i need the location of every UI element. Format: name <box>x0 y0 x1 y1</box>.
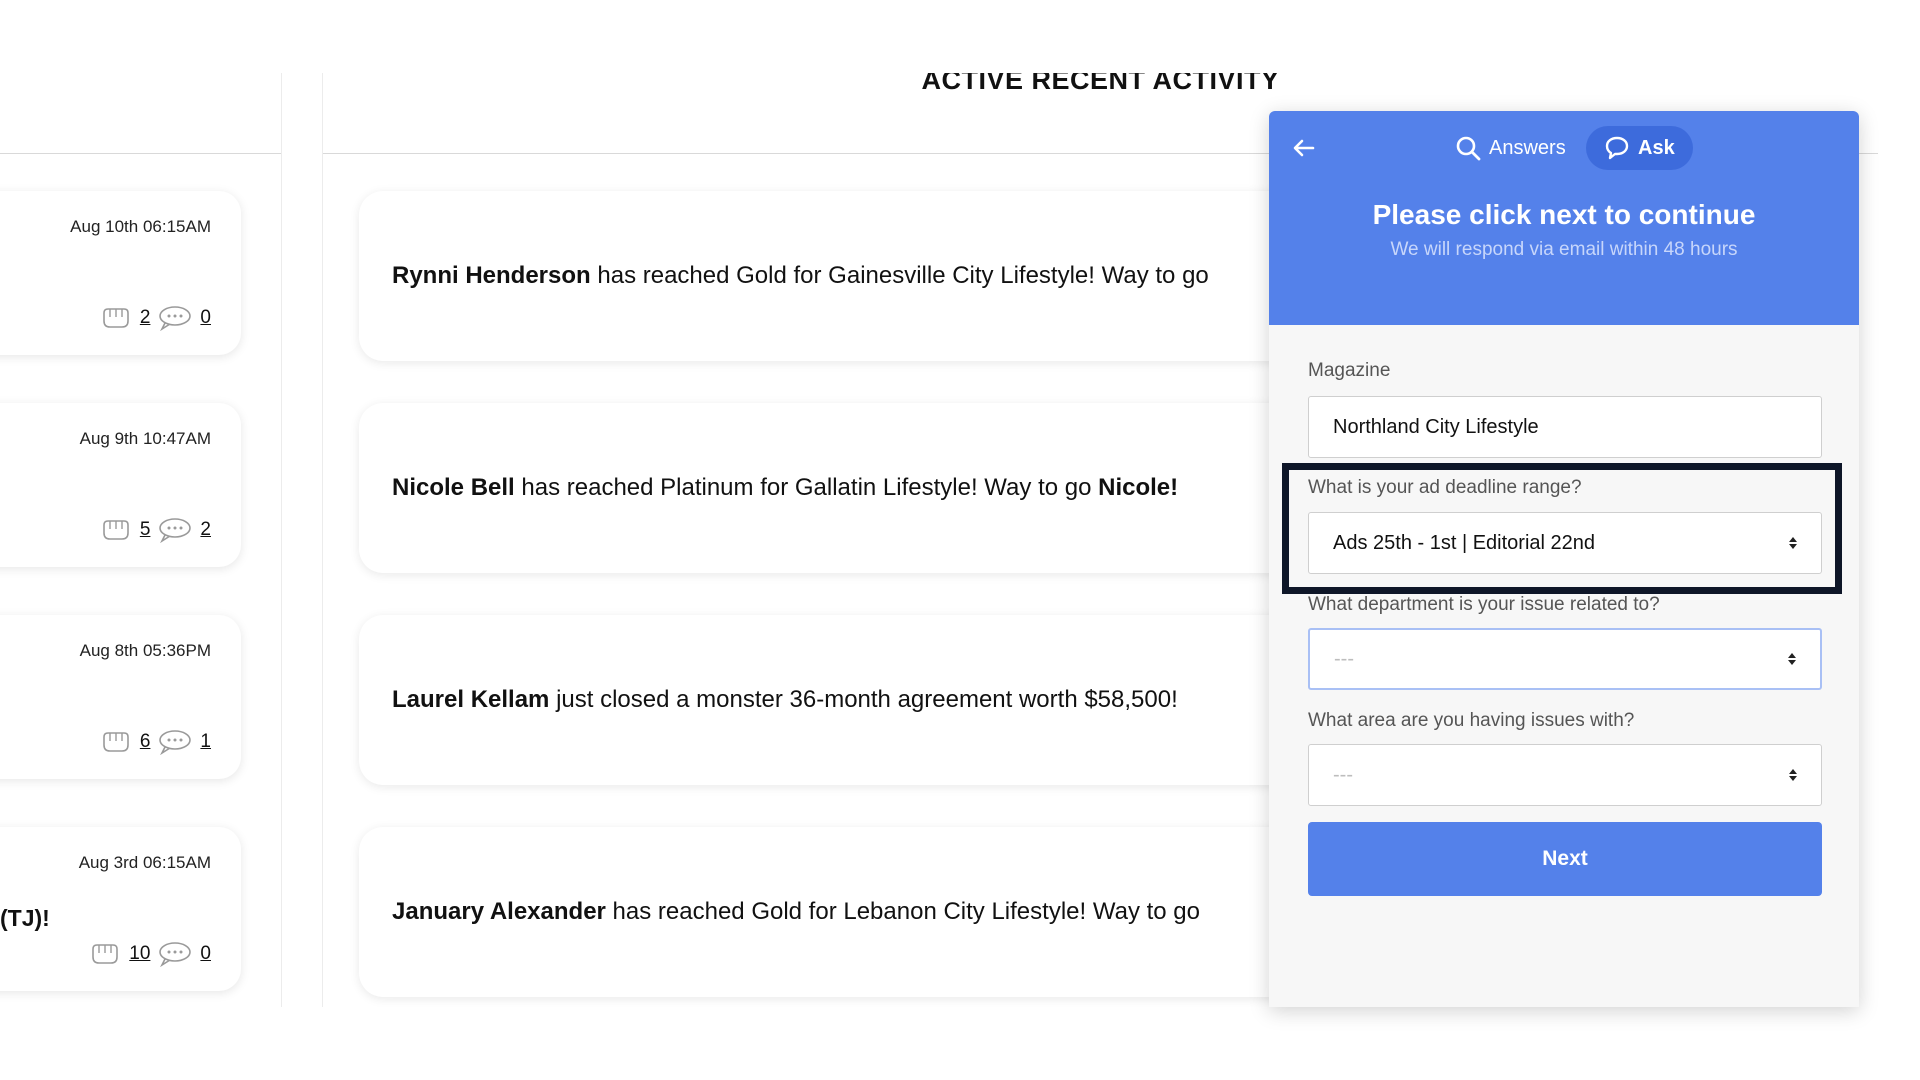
left-activity-card[interactable]: Aug 9th 10:47AM 5 2 <box>0 403 241 567</box>
widget-subtitle: We will respond via email within 48 hour… <box>1390 239 1738 260</box>
left-header-divider <box>0 153 281 154</box>
fist-bump-icon[interactable] <box>100 305 132 331</box>
activity-text: January Alexander has reached Gold for L… <box>392 898 1200 926</box>
search-icon <box>1456 136 1481 161</box>
comment-icon[interactable] <box>158 517 192 543</box>
activity-person: Rynni Henderson <box>392 262 591 289</box>
comment-count[interactable]: 1 <box>200 731 211 753</box>
deadline-select[interactable]: Ads 25th - 1st | Editorial 22nd <box>1308 512 1822 574</box>
left-feed-panel: Aug 10th 06:15AM 2 0 Aug 9th 10:47AM 5 2 <box>0 73 282 1007</box>
tab-ask[interactable]: Ask <box>1586 126 1693 170</box>
like-count[interactable]: 2 <box>140 307 151 329</box>
activity-message: has reached Gold for Gainesville City Li… <box>590 262 1209 289</box>
widget-title: Please click next to continue <box>1372 199 1756 230</box>
select-arrows-icon <box>1788 653 1796 665</box>
activity-text: Laurel Kellam just closed a monster 36-m… <box>392 686 1178 714</box>
department-select-value: --- <box>1334 647 1354 670</box>
comment-count[interactable]: 2 <box>200 519 211 541</box>
magazine-label: Magazine <box>1308 360 1391 381</box>
comment-count[interactable]: 0 <box>200 307 211 329</box>
department-select[interactable]: --- <box>1308 628 1822 690</box>
activity-text: Nicole Bell has reached Platinum for Gal… <box>392 474 1178 502</box>
activity-message: has reached Platinum for Gallatin Lifest… <box>514 474 1099 501</box>
select-arrows-icon <box>1789 537 1797 549</box>
comment-icon[interactable] <box>158 305 192 331</box>
left-activity-card[interactable]: Aug 10th 06:15AM 2 0 <box>0 191 241 355</box>
card-date: Aug 10th 06:15AM <box>70 217 211 236</box>
department-label: What department is your issue related to… <box>1308 594 1660 615</box>
activity-person: Laurel Kellam <box>392 686 550 713</box>
area-label: What area are you having issues with? <box>1308 710 1635 731</box>
card-date: Aug 3rd 06:15AM <box>78 853 211 872</box>
next-button[interactable]: Next <box>1308 822 1822 896</box>
card-stats: 2 0 <box>100 305 211 331</box>
left-activity-card[interactable]: Aug 3rd 06:15AM (TJ)! 10 0 <box>0 827 241 991</box>
deadline-select-value: Ads 25th - 1st | Editorial 22nd <box>1333 531 1596 554</box>
tab-answers[interactable]: Answers <box>1439 126 1582 170</box>
activity-tail: Nicole! <box>1098 474 1179 501</box>
back-button[interactable] <box>1287 131 1321 165</box>
left-activity-card[interactable]: Aug 8th 05:36PM 6 1 <box>0 615 241 779</box>
like-count[interactable]: 5 <box>140 519 151 541</box>
card-date: Aug 9th 10:47AM <box>79 429 211 448</box>
activity-text: Rynni Henderson has reached Gold for Gai… <box>392 262 1209 290</box>
like-count[interactable]: 10 <box>129 943 150 965</box>
magazine-input[interactable] <box>1308 396 1822 458</box>
card-date: Aug 8th 05:36PM <box>79 641 211 660</box>
card-stats: 10 0 <box>89 941 211 967</box>
tab-answers-label: Answers <box>1489 136 1566 159</box>
fist-bump-icon[interactable] <box>100 517 132 543</box>
widget-header: Answers Ask Please click next to continu… <box>1269 111 1859 325</box>
card-stats: 6 1 <box>100 729 211 755</box>
select-arrows-icon <box>1789 769 1797 781</box>
comment-icon[interactable] <box>158 729 192 755</box>
deadline-label: What is your ad deadline range? <box>1308 477 1582 498</box>
comment-icon[interactable] <box>158 941 192 967</box>
area-select-value: --- <box>1333 763 1353 786</box>
card-text: (TJ)! <box>0 905 50 931</box>
like-count[interactable]: 6 <box>140 731 151 753</box>
activity-person: January Alexander <box>392 898 606 925</box>
activity-message: has reached Gold for Lebanon City Lifest… <box>605 898 1200 925</box>
fist-bump-icon[interactable] <box>100 729 132 755</box>
fist-bump-icon[interactable] <box>89 941 121 967</box>
arrow-left-icon <box>1293 139 1315 157</box>
page-title: ACTIVE RECENT ACTIVITY <box>921 73 1280 95</box>
tab-ask-label: Ask <box>1638 136 1675 159</box>
activity-message: just closed a monster 36-month agreement… <box>549 686 1178 713</box>
activity-person: Nicole Bell <box>392 474 515 501</box>
card-stats: 5 2 <box>100 517 211 543</box>
chat-bubble-icon <box>1605 136 1629 160</box>
area-select[interactable]: --- <box>1308 744 1822 806</box>
comment-count[interactable]: 0 <box>200 943 211 965</box>
help-widget: Answers Ask Please click next to continu… <box>1269 111 1859 1007</box>
